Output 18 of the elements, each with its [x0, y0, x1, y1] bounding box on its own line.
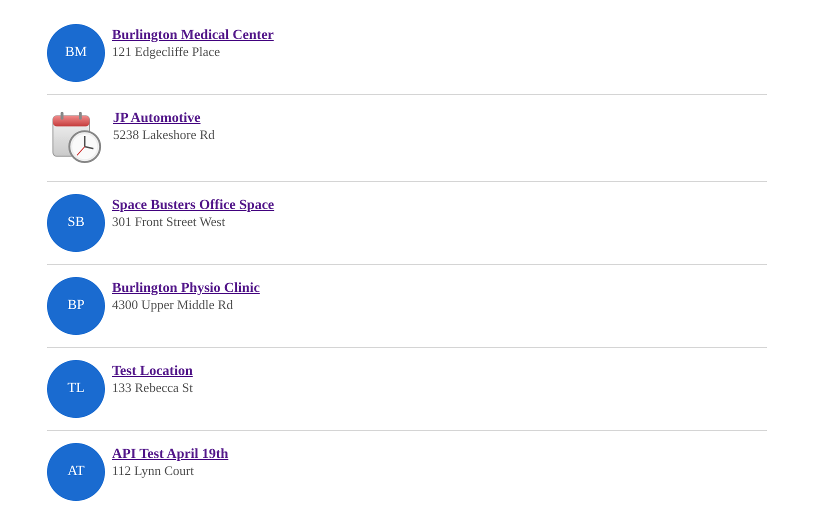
location-address: 301 Front Street West [112, 214, 226, 229]
location-link[interactable]: Space Busters Office Space [112, 197, 274, 214]
calendar-clock-icon [50, 110, 104, 164]
initials-avatar: SB [47, 194, 105, 252]
location-address: 5238 Lakeshore Rd [113, 127, 215, 142]
initials-avatar: AT [47, 443, 105, 501]
location-link[interactable]: JP Automotive [113, 110, 200, 127]
location-link[interactable]: Burlington Medical Center [112, 27, 274, 44]
location-address: 112 Lynn Court [112, 463, 194, 478]
location-address: 4300 Upper Middle Rd [112, 297, 233, 312]
location-address: 133 Rebecca St [112, 380, 193, 395]
initials-avatar: BM [47, 24, 105, 82]
location-link[interactable]: Test Location [112, 363, 193, 380]
initials-avatar: TL [47, 360, 105, 418]
location-address: 121 Edgecliffe Place [112, 44, 220, 59]
initials-avatar: BP [47, 277, 105, 335]
location-link[interactable]: Burlington Physio Clinic [112, 280, 260, 297]
location-link[interactable]: API Test April 19th [112, 446, 228, 463]
